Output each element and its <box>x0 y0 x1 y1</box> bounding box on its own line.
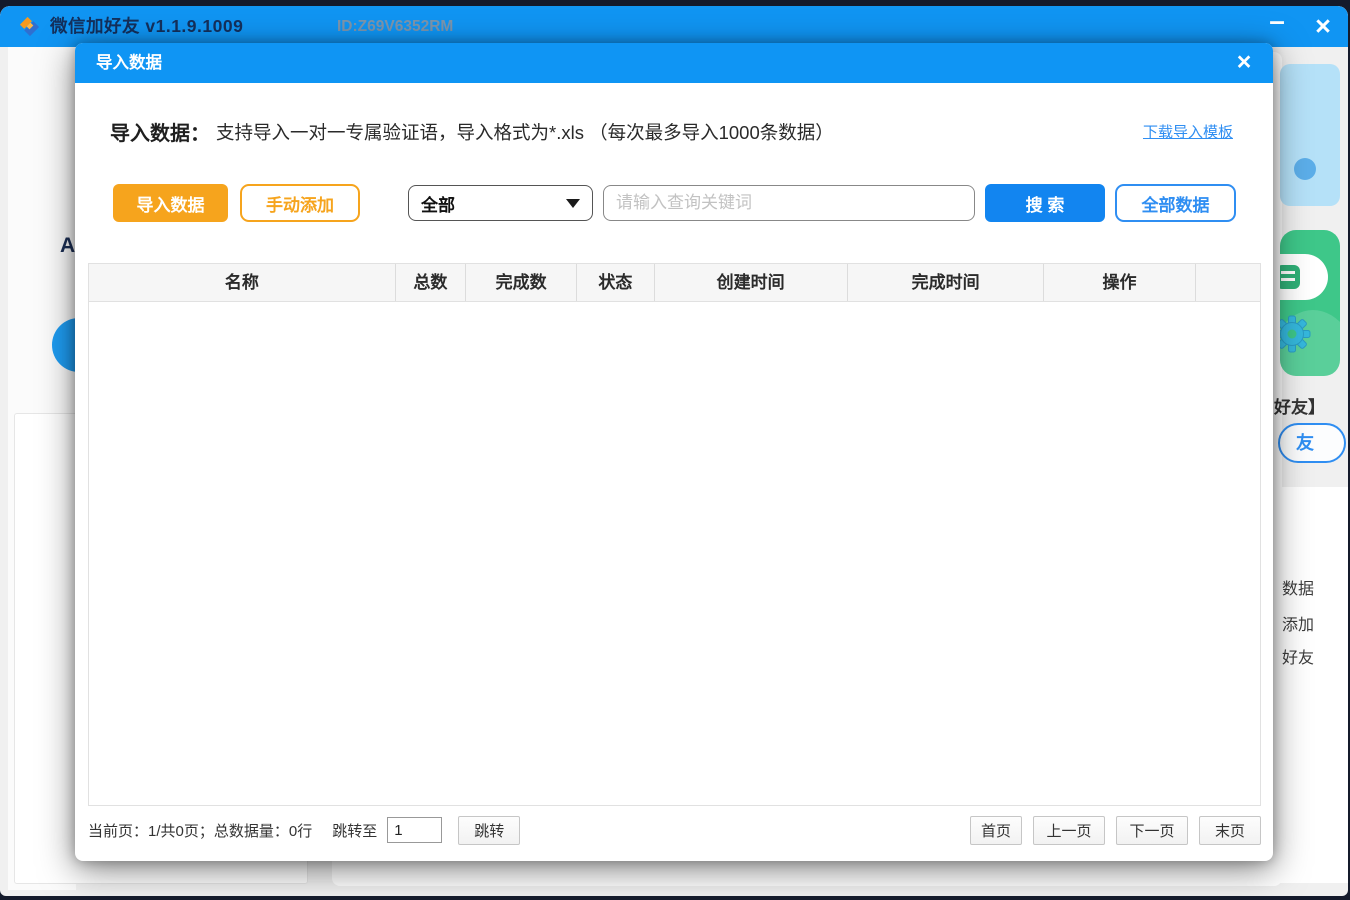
menu-item-fragment: 数据 <box>1282 575 1314 599</box>
search-button[interactable]: 搜 索 <box>985 184 1105 222</box>
jump-page-input[interactable] <box>387 817 442 843</box>
column-header-empty <box>1196 264 1260 301</box>
app-title: 微信加好友 v1.1.9.1009 <box>50 6 243 47</box>
column-header-completed: 完成数 <box>466 264 577 301</box>
manual-add-button[interactable]: 手动添加 <box>240 184 360 222</box>
search-input[interactable] <box>603 185 975 221</box>
all-data-button[interactable]: 全部数据 <box>1115 184 1236 222</box>
download-template-link[interactable]: 下载导入模板 <box>1143 121 1233 142</box>
description-label: 导入数据： <box>110 117 210 146</box>
chat-pill <box>1280 254 1328 300</box>
blue-dot-icon <box>1294 158 1316 180</box>
friend-pill-button[interactable]: 友 <box>1278 423 1346 463</box>
description-text: 支持导入一对一专属验证语，导入格式为*.xls （每次最多导入1000条数据） <box>216 119 834 145</box>
dialog-close-button[interactable]: × <box>1223 43 1265 83</box>
right-card-green[interactable] <box>1280 230 1340 376</box>
column-header-status: 状态 <box>577 264 654 301</box>
next-page-button[interactable]: 下一页 <box>1116 816 1188 845</box>
column-header-finished-time: 完成时间 <box>848 264 1045 301</box>
menu-item-fragment: 添加 <box>1282 611 1314 635</box>
right-friend-label: 好友】 <box>1274 393 1325 418</box>
jump-button[interactable]: 跳转 <box>458 816 520 845</box>
chevron-down-icon <box>566 199 580 208</box>
close-icon: × <box>1315 11 1331 42</box>
table-header-row: 名称 总数 完成数 状态 创建时间 完成时间 操作 <box>89 264 1260 302</box>
menu-item-fragment: 好友 <box>1282 644 1314 668</box>
prev-page-button[interactable]: 上一页 <box>1033 816 1105 845</box>
pagination-bar: 当前页：1/共0页；总数据量：0行 跳转至 跳转 首页 上一页 下一页 末页 <box>88 814 1261 846</box>
first-page-button[interactable]: 首页 <box>970 816 1022 845</box>
jump-to-label: 跳转至 <box>332 820 377 841</box>
import-data-button[interactable]: 导入数据 <box>113 184 228 222</box>
filter-dropdown[interactable]: 全部 <box>408 185 593 221</box>
data-table: 名称 总数 完成数 状态 创建时间 完成时间 操作 <box>88 263 1261 806</box>
filter-dropdown-value: 全部 <box>421 191 455 216</box>
minimize-icon: – <box>1269 6 1285 37</box>
column-header-actions: 操作 <box>1044 264 1195 301</box>
dialog-title: 导入数据 <box>96 43 162 83</box>
right-menu-panel: 数据 添加 好友 <box>1278 487 1348 883</box>
pagination-summary: 当前页：1/共0页；总数据量：0行 <box>88 820 312 841</box>
gear-icon <box>1280 314 1312 354</box>
dialog-description: 导入数据： 支持导入一对一专属验证语，导入格式为*.xls （每次最多导入100… <box>110 117 1233 146</box>
dialog-header: 导入数据 × <box>75 43 1273 83</box>
desktop: { "titlebar": { "title": "微信加好友 v1.1.9.1… <box>0 0 1350 900</box>
right-card-blue[interactable] <box>1280 64 1340 206</box>
app-window: A 好友 <box>0 6 1348 896</box>
app-logo-icon <box>18 15 41 38</box>
column-header-total: 总数 <box>396 264 466 301</box>
minimize-button[interactable]: – <box>1260 8 1294 44</box>
column-header-created-time: 创建时间 <box>655 264 848 301</box>
import-data-dialog: 导入数据 × 导入数据： 支持导入一对一专属验证语，导入格式为*.xls （每次… <box>75 43 1273 861</box>
titlebar: 微信加好友 v1.1.9.1009 ID:Z69V6352RM – × <box>0 6 1348 47</box>
window-close-button[interactable]: × <box>1304 8 1342 44</box>
column-header-name: 名称 <box>89 264 396 301</box>
chat-icon <box>1280 265 1300 289</box>
background-letter: A <box>60 234 75 258</box>
last-page-button[interactable]: 末页 <box>1199 816 1261 845</box>
app-id-label: ID:Z69V6352RM <box>337 6 453 47</box>
